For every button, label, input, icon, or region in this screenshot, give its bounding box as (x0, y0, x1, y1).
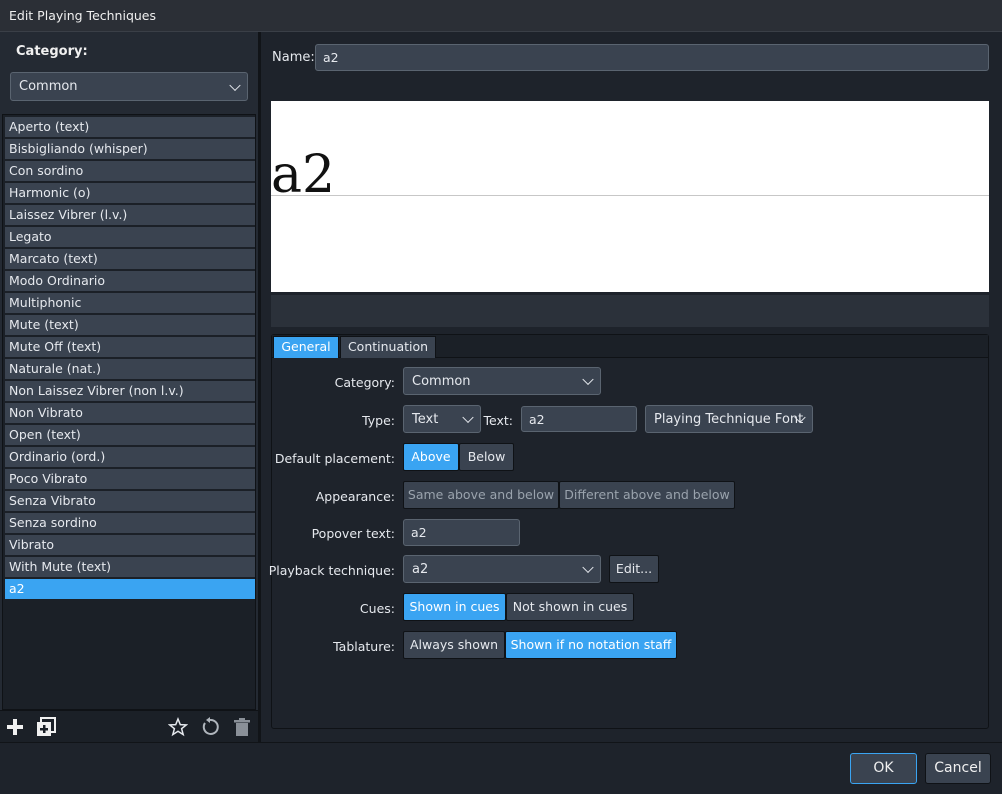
popover-input[interactable]: a2 (403, 519, 520, 546)
name-input[interactable]: a2 (315, 44, 989, 71)
font-select-value: Playing Technique Font (654, 411, 804, 427)
tab-panel: General Continuation Category: Common Ty… (269, 334, 989, 729)
dialog-footer: OK Cancel (0, 742, 1002, 794)
appearance-same-button[interactable]: Same above and below (403, 481, 559, 509)
always-shown-button[interactable]: Always shown (403, 631, 505, 659)
shown-if-no-notation-staff-button[interactable]: Shown if no notation staff (505, 631, 677, 659)
ok-button[interactable]: OK (850, 753, 917, 784)
category-dropdown-value: Common (19, 79, 78, 94)
plus-icon[interactable] (5, 717, 25, 737)
category-select[interactable]: Common (403, 367, 601, 395)
shown-in-cues-button[interactable]: Shown in cues (403, 593, 506, 621)
cues-label: Cues: (359, 601, 395, 616)
list-item[interactable]: Legato (5, 227, 255, 247)
title-bar: Edit Playing Techniques (0, 0, 1002, 32)
technique-list[interactable]: Aperto (text) Bisbigliando (whisper) Con… (2, 114, 256, 710)
tabs-bar: General Continuation (272, 335, 988, 358)
preview-glyph: a2 (271, 145, 336, 205)
list-item[interactable]: Bisbigliando (whisper) (5, 139, 255, 159)
star-icon[interactable] (167, 717, 189, 737)
list-item[interactable]: Marcato (text) (5, 249, 255, 269)
list-toolbar (0, 710, 258, 742)
category-label: Category: (16, 44, 88, 59)
cancel-button[interactable]: Cancel (925, 753, 991, 784)
placement-below-button[interactable]: Below (459, 443, 514, 471)
placement-label: Default placement: (274, 451, 395, 466)
playback-select-value: a2 (412, 561, 429, 577)
list-item-selected[interactable]: a2 (5, 579, 255, 599)
list-item[interactable]: Multiphonic (5, 293, 255, 313)
appearance-different-button[interactable]: Different above and below (559, 481, 735, 509)
font-select[interactable]: Playing Technique Font (645, 405, 813, 433)
list-item[interactable]: Aperto (text) (5, 117, 255, 137)
playback-select[interactable]: a2 (403, 555, 601, 583)
list-item[interactable]: Open (text) (5, 425, 255, 445)
preview-scrollbar[interactable] (271, 295, 989, 327)
edit-playback-button[interactable]: Edit... (609, 555, 659, 583)
list-item[interactable]: Modo Ordinario (5, 271, 255, 291)
editor-panel: Name: a2 a2 General Continuation Categor… (261, 32, 1002, 742)
reset-icon[interactable] (200, 717, 220, 737)
tab-continuation[interactable]: Continuation (340, 336, 436, 358)
category-field-label: Category: (334, 375, 395, 390)
list-item[interactable]: Harmonic (o) (5, 183, 255, 203)
not-shown-in-cues-button[interactable]: Not shown in cues (506, 593, 634, 621)
popover-label: Popover text: (311, 526, 395, 541)
text-input[interactable]: a2 (521, 406, 637, 432)
list-item[interactable]: Mute (text) (5, 315, 255, 335)
name-label: Name: (272, 50, 315, 65)
list-item[interactable]: Mute Off (text) (5, 337, 255, 357)
chevron-down-icon (582, 373, 594, 386)
window-title: Edit Playing Techniques (9, 8, 157, 23)
chevron-down-icon (582, 561, 594, 574)
chevron-down-icon (229, 79, 241, 91)
preview-area: a2 (271, 101, 989, 292)
category-select-value: Common (412, 373, 471, 389)
tablature-label: Tablature: (333, 639, 395, 654)
appearance-label: Appearance: (315, 489, 395, 504)
placement-above-button[interactable]: Above (403, 443, 459, 471)
list-item[interactable]: Poco Vibrato (5, 469, 255, 489)
trash-icon[interactable] (232, 717, 252, 737)
staff-line (271, 195, 989, 196)
tab-general[interactable]: General (273, 336, 339, 358)
list-item[interactable]: Laissez Vibrer (l.v.) (5, 205, 255, 225)
duplicate-icon[interactable] (36, 717, 56, 737)
text-label: Text: (483, 413, 514, 428)
playback-label: Playback technique: (268, 563, 395, 578)
category-dropdown[interactable]: Common (10, 72, 248, 101)
list-item[interactable]: Con sordino (5, 161, 255, 181)
